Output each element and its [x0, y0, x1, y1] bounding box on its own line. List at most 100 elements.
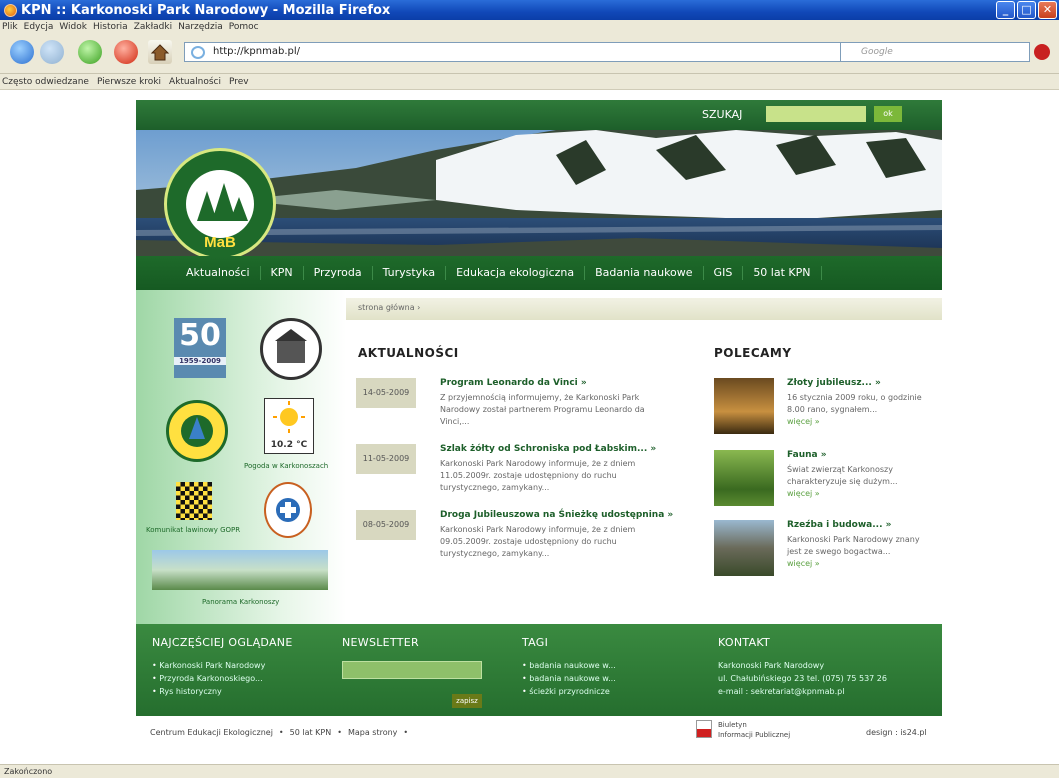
tag-link-1[interactable]: badania naukowe w... [522, 659, 615, 672]
news-text-3: Karkonoski Park Narodowy informuje, że z… [440, 525, 636, 558]
search-input[interactable]: Google [840, 42, 1030, 62]
recommended-title-1[interactable]: Złoty jubileusz... » [787, 378, 881, 388]
menu-pomoc[interactable]: Pomoc [229, 22, 259, 32]
footer-link-przyroda[interactable]: Przyroda Karkonoskiego... [152, 672, 293, 685]
bookmark-pierwsze-kroki[interactable]: Pierwsze kroki [97, 77, 161, 87]
stop-button[interactable] [114, 40, 138, 64]
bip-icon[interactable] [696, 720, 712, 738]
menu-narzedzia[interactable]: Narzędzia [178, 22, 223, 32]
recommended-title-2[interactable]: Fauna » [787, 450, 827, 460]
menu-zakladki[interactable]: Zakładki [134, 22, 172, 32]
footer-link-rys[interactable]: Rys historyczny [152, 685, 293, 698]
nav-gis[interactable]: GIS [704, 266, 744, 280]
footer-most-viewed-heading: NAJCZĘŚCIEJ OGLĄDANE [152, 636, 293, 649]
bottom-link-cee[interactable]: Centrum Edukacji Ekologicznej [150, 728, 273, 737]
bookmark-aktualnosci[interactable]: Aktualności [169, 77, 221, 87]
recommended-heading: POLECAMY [714, 346, 792, 360]
panorama-thumbnail[interactable] [152, 550, 328, 590]
forward-button[interactable] [40, 40, 64, 64]
site-search-button[interactable]: ok [874, 106, 902, 122]
footer-link-kpn[interactable]: Karkonoski Park Narodowy [152, 659, 293, 672]
mab-logo-small[interactable] [166, 400, 228, 462]
nav-aktualnosci[interactable]: Aktualności [176, 266, 261, 280]
header-banner: MaB [136, 130, 942, 256]
bip-line-1: Biuletyn [718, 721, 747, 729]
gopr-logo[interactable] [264, 482, 312, 538]
nav-edukacja-ekologiczna[interactable]: Edukacja ekologiczna [446, 266, 586, 280]
footer-newsletter: NEWSLETTER zapisz [342, 636, 482, 708]
recommended-more-1[interactable]: więcej » [787, 417, 820, 426]
menu-edycja[interactable]: Edycja [24, 22, 54, 32]
menu-widok[interactable]: Widok [59, 22, 87, 32]
bookmark-prev[interactable]: Prev [229, 77, 249, 87]
rescue-cross-icon [276, 498, 300, 522]
site-top-strip: SZUKAJ ok [136, 100, 942, 130]
recommended-text-3: Karkonoski Park Narodowy znany jest ze s… [787, 534, 932, 570]
main-navigation: Aktualności KPN Przyroda Turystyka Eduka… [136, 256, 942, 290]
url-bar[interactable]: http://kpnmab.pl/ [184, 42, 906, 62]
maximize-button[interactable]: □ [1017, 1, 1036, 19]
close-button[interactable]: ✕ [1038, 1, 1057, 19]
nav-badania-naukowe[interactable]: Badania naukowe [585, 266, 704, 280]
site-search-input[interactable] [766, 106, 866, 122]
nav-przyroda[interactable]: Przyroda [304, 266, 373, 280]
recommended-text-2: Świat zwierząt Karkonoszy charakteryzuje… [787, 464, 932, 500]
home-icon [150, 44, 170, 61]
nav-turystyka[interactable]: Turystyka [373, 266, 447, 280]
bottom-link-50-lat[interactable]: 50 lat KPN [290, 728, 332, 737]
kpn-logo[interactable]: MaB [164, 148, 276, 256]
tag-link-2[interactable]: badania naukowe w... [522, 672, 615, 685]
recommended-text-2-body: Świat zwierząt Karkonoszy charakteryzuje… [787, 465, 898, 486]
building-icon [275, 329, 307, 363]
avalanche-label[interactable]: Komunikat lawinowy GOPR [146, 526, 240, 534]
news-title-3[interactable]: Droga Jubileuszowa na Śnieżkę udostępnin… [440, 510, 673, 520]
contact-email[interactable]: e-mail : sekretariat@kpnmab.pl [718, 685, 887, 698]
back-button[interactable] [10, 40, 34, 64]
recommended-image-1[interactable] [714, 378, 774, 434]
contact-name: Karkonoski Park Narodowy [718, 661, 825, 670]
weather-label[interactable]: Pogoda w Karkonoszach [244, 462, 328, 470]
bottom-sep-3: • [403, 728, 409, 737]
search-label: SZUKAJ [702, 108, 743, 121]
weather-widget[interactable]: 10.2 °C [264, 398, 314, 454]
breadcrumb-home[interactable]: strona główna › [358, 303, 420, 312]
bookmark-czesto-odwiedzane[interactable]: Często odwiedzane [2, 77, 89, 87]
nav-50-lat-kpn[interactable]: 50 lat KPN [743, 266, 822, 280]
recommended-image-2[interactable] [714, 450, 774, 506]
recommended-text-1: 16 stycznia 2009 roku, o godzinie 8.00 r… [787, 392, 932, 428]
recommended-image-3[interactable] [714, 520, 774, 576]
site-footer: NAJCZĘŚCIEJ OGLĄDANE Karkonoski Park Nar… [136, 624, 942, 716]
home-button[interactable] [148, 40, 172, 64]
education-center-logo[interactable] [260, 318, 322, 380]
search-placeholder: Google [861, 47, 893, 57]
panorama-label[interactable]: Panorama Karkonoszy [202, 598, 279, 606]
avalanche-checker-icon[interactable] [176, 482, 212, 520]
tag-link-3[interactable]: ścieżki przyrodnicze [522, 685, 616, 698]
contact-address: ul. Chałubińskiego 23 tel. (075) 75 537 … [718, 674, 887, 683]
adblock-icon[interactable] [1034, 44, 1050, 60]
bip-label[interactable]: Biuletyn Informacji Publicznej [718, 720, 790, 740]
minimize-button[interactable]: _ [996, 1, 1015, 19]
sun-icon [273, 401, 305, 433]
newsletter-subscribe-button[interactable]: zapisz [452, 694, 482, 708]
news-date-1: 14-05-2009 [356, 378, 416, 408]
reload-button[interactable] [78, 40, 102, 64]
nav-kpn[interactable]: KPN [261, 266, 304, 280]
menu-plik[interactable]: Plik [2, 22, 18, 32]
news-title-1[interactable]: Program Leonardo da Vinci » [440, 378, 587, 388]
badge-50-years[interactable]: 50 1959-2009 [174, 318, 226, 378]
recommended-more-3[interactable]: więcej » [787, 559, 820, 568]
recommended-title-3[interactable]: Rzeźba i budowa... » [787, 520, 891, 530]
menu-historia[interactable]: Historia [93, 22, 128, 32]
design-credit[interactable]: design : is24.pl [866, 728, 927, 737]
forest-logo-icon: MaB [186, 170, 254, 251]
window-titlebar: KPN :: Karkonoski Park Narodowy - Mozill… [0, 0, 1059, 20]
news-text-2: Karkonoski Park Narodowy informuje, że z… [440, 459, 636, 492]
news-title-2[interactable]: Szlak żółty od Schroniska pod Łabskim...… [440, 444, 656, 454]
newsletter-email-input[interactable] [342, 661, 482, 679]
news-date-2: 11-05-2009 [356, 444, 416, 474]
recommended-more-2[interactable]: więcej » [787, 489, 820, 498]
main-content: AKTUALNOŚCI 14-05-2009 Program Leonardo … [346, 320, 942, 624]
bottom-link-mapa[interactable]: Mapa strony [348, 728, 397, 737]
left-sidebar: 50 1959-2009 10.2 °C Pogoda w Karkonosza… [136, 290, 346, 624]
